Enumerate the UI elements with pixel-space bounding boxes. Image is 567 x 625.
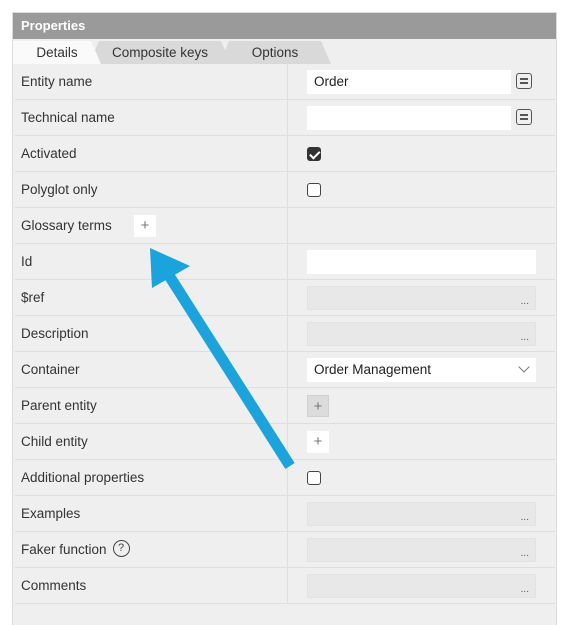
glossary-terms-label: Glossary terms xyxy=(21,218,112,233)
row-glossary-terms: Glossary terms + xyxy=(15,208,555,244)
additional-properties-label: Additional properties xyxy=(21,470,145,485)
properties-list: Entity name Order Technical name Activat… xyxy=(15,64,555,604)
add-glossary-term-button[interactable]: + xyxy=(134,215,156,237)
ref-ellipsis-button[interactable]: ... xyxy=(521,297,529,307)
add-parent-entity-button[interactable]: + xyxy=(307,395,329,417)
row-faker-function: Faker function? ... xyxy=(15,532,555,568)
description-ellipsis-button[interactable]: ... xyxy=(521,333,529,343)
tab-composite-keys[interactable]: Composite keys xyxy=(89,41,231,64)
menu-lines-icon[interactable] xyxy=(516,109,532,125)
row-container: Container Order Management xyxy=(15,352,555,388)
add-child-entity-button[interactable]: + xyxy=(307,431,329,453)
container-selected-value: Order Management xyxy=(314,362,432,377)
examples-label: Examples xyxy=(21,506,81,521)
row-comments: Comments ... xyxy=(15,568,555,604)
parent-entity-label: Parent entity xyxy=(21,398,97,413)
tab-bar: Details Composite keys Options xyxy=(13,39,556,64)
help-icon[interactable]: ? xyxy=(112,540,130,558)
properties-panel: Properties Details Composite keys Option… xyxy=(12,12,557,625)
row-additional-properties: Additional properties xyxy=(15,460,555,496)
comments-field[interactable]: ... xyxy=(307,574,536,598)
row-child-entity: Child entity + xyxy=(15,424,555,460)
id-input[interactable] xyxy=(307,250,536,274)
technical-name-input[interactable] xyxy=(307,106,511,130)
row-parent-entity: Parent entity + xyxy=(15,388,555,424)
comments-label: Comments xyxy=(21,578,87,593)
row-examples: Examples ... xyxy=(15,496,555,532)
faker-function-label-wrap: Faker function? xyxy=(21,532,130,568)
row-id: Id xyxy=(15,244,555,280)
faker-function-field[interactable]: ... xyxy=(307,538,536,562)
comments-ellipsis-button[interactable]: ... xyxy=(521,585,529,595)
container-label: Container xyxy=(21,362,80,377)
description-field[interactable]: ... xyxy=(307,322,536,346)
faker-function-label: Faker function xyxy=(21,542,107,557)
technical-name-label: Technical name xyxy=(21,110,115,125)
entity-name-label: Entity name xyxy=(21,74,93,89)
description-label: Description xyxy=(21,326,89,341)
ref-field[interactable]: ... xyxy=(307,286,536,310)
container-select[interactable]: Order Management xyxy=(307,358,536,382)
row-entity-name: Entity name Order xyxy=(15,64,555,100)
chevron-down-icon xyxy=(518,361,530,373)
ref-label: $ref xyxy=(21,290,45,305)
row-activated: Activated xyxy=(15,136,555,172)
faker-function-ellipsis-button[interactable]: ... xyxy=(521,549,529,559)
row-description: Description ... xyxy=(15,316,555,352)
additional-properties-checkbox[interactable] xyxy=(307,471,321,485)
panel-title: Properties xyxy=(13,13,556,39)
tab-options[interactable]: Options xyxy=(219,41,331,64)
row-polyglot-only: Polyglot only xyxy=(15,172,555,208)
activated-label: Activated xyxy=(21,146,77,161)
polyglot-only-checkbox[interactable] xyxy=(307,183,321,197)
id-label: Id xyxy=(21,254,33,269)
tab-details[interactable]: Details xyxy=(13,41,101,64)
row-ref: $ref ... xyxy=(15,280,555,316)
polyglot-only-label: Polyglot only xyxy=(21,182,98,197)
child-entity-label: Child entity xyxy=(21,434,88,449)
activated-checkbox[interactable] xyxy=(307,147,321,161)
examples-ellipsis-button[interactable]: ... xyxy=(521,513,529,523)
row-technical-name: Technical name xyxy=(15,100,555,136)
menu-lines-icon[interactable] xyxy=(516,73,532,89)
examples-field[interactable]: ... xyxy=(307,502,536,526)
entity-name-input[interactable]: Order xyxy=(307,70,511,94)
